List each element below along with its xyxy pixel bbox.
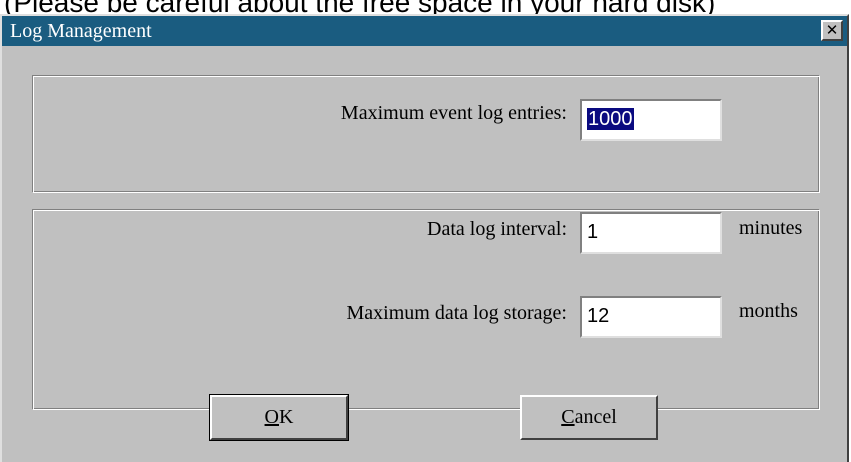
title-bar: Log Management ✕ bbox=[2, 16, 847, 46]
data-log-interval-input[interactable]: 1 bbox=[580, 212, 722, 254]
max-event-log-entries-value: 1000 bbox=[587, 108, 634, 130]
close-button[interactable]: ✕ bbox=[821, 20, 843, 41]
max-data-log-storage-label: Maximum data log storage: bbox=[346, 302, 567, 324]
dialog-title: Log Management bbox=[10, 19, 152, 42]
data-log-interval-label: Data log interval: bbox=[427, 218, 567, 240]
ok-mnemonic: O bbox=[264, 406, 279, 428]
cancel-mnemonic: C bbox=[561, 406, 575, 428]
max-event-log-entries-label: Maximum event log entries: bbox=[340, 102, 567, 124]
max-data-log-storage-value: 12 bbox=[587, 305, 610, 327]
cancel-label: ancel bbox=[574, 406, 617, 428]
dialog-body: Maximum event log entries: 1000 Data log… bbox=[2, 46, 847, 462]
log-management-dialog: Log Management ✕ Maximum event log entri… bbox=[0, 14, 849, 462]
close-icon: ✕ bbox=[825, 22, 839, 39]
ok-label: K bbox=[279, 406, 294, 428]
interval-unit-label: minutes bbox=[739, 217, 803, 239]
storage-unit-label: months bbox=[739, 300, 798, 322]
ok-button[interactable]: OK bbox=[209, 394, 349, 441]
data-log-interval-value: 1 bbox=[587, 221, 599, 243]
max-data-log-storage-input[interactable]: 12 bbox=[580, 296, 722, 338]
cancel-button[interactable]: Cancel bbox=[520, 395, 658, 440]
max-event-log-entries-input[interactable]: 1000 bbox=[580, 99, 722, 141]
